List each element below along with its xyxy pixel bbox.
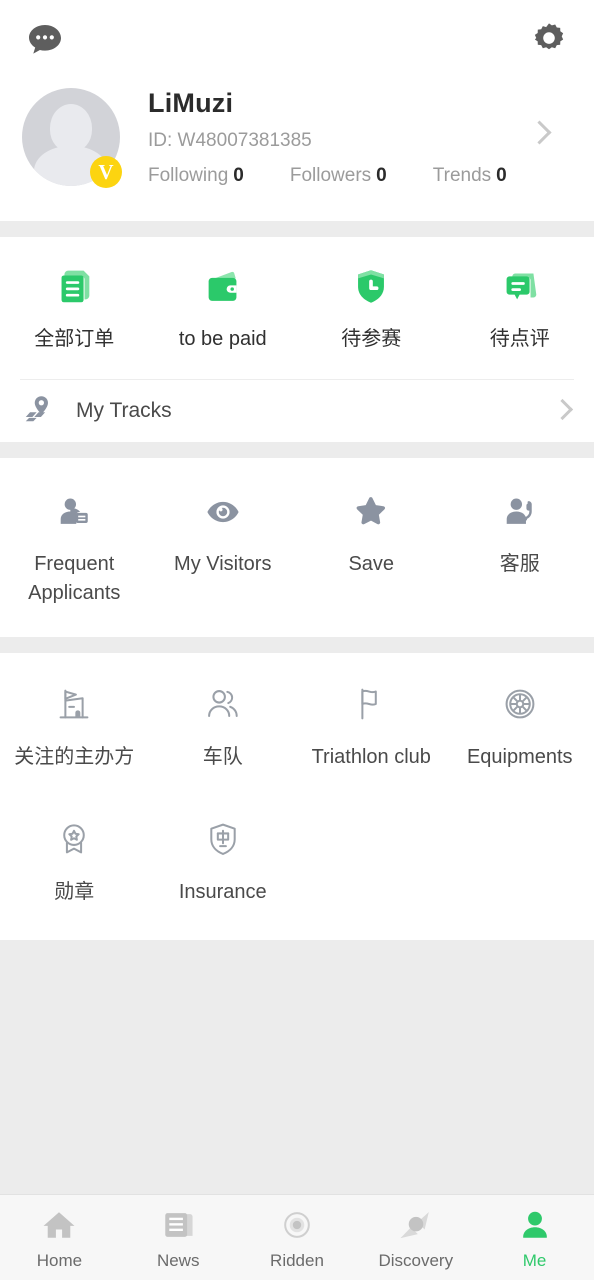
wallet-icon (200, 261, 246, 309)
order-item-all-label: 全部订单 (34, 328, 115, 350)
stat-followers-label: Followers (289, 165, 372, 186)
service-item-save[interactable]: Save (297, 458, 446, 637)
order-item-to-review[interactable]: 待点评 (446, 237, 594, 379)
profile-stats: Following 0 Followers 0 Trends 0 (148, 165, 572, 187)
tab-discovery[interactable]: Discovery (356, 1205, 475, 1271)
service-item-customer-service-label: 客服 (499, 553, 540, 576)
orders-card: 全部订单 to be paid 待参赛 待点评 My Tracks (0, 237, 594, 443)
tab-ridden[interactable]: Ridden (238, 1205, 357, 1271)
comment-bubble-icon (497, 261, 543, 309)
tools-grid-row1: 关注的主办方 车队 Triathlon club Equipments (0, 653, 594, 789)
organizer-building-flag-icon (51, 679, 97, 727)
tool-item-triathlon-club-label: Triathlon club (311, 746, 431, 769)
tab-home[interactable]: Home (0, 1205, 119, 1271)
page-filler (0, 939, 594, 1200)
section-divider (0, 637, 594, 654)
service-item-frequent-applicants[interactable]: Frequent Applicants (0, 458, 149, 637)
star-icon (348, 486, 394, 534)
person-headset-icon (498, 486, 542, 534)
tab-discovery-label: Discovery (378, 1250, 454, 1270)
service-item-customer-service[interactable]: 客服 (446, 458, 594, 637)
stat-trends-value: 0 (496, 165, 507, 186)
stat-trends-label: Trends (432, 165, 492, 186)
service-item-frequent-applicants-label: Frequent Applicants (28, 553, 121, 604)
tool-item-organizers[interactable]: 关注的主办方 (0, 653, 149, 789)
order-item-to-be-paid[interactable]: to be paid (149, 237, 298, 379)
service-item-my-visitors[interactable]: My Visitors (149, 458, 298, 637)
order-item-to-be-paid-label: to be paid (178, 328, 267, 350)
stat-following[interactable]: Following 0 (148, 165, 244, 187)
stat-followers-value: 0 (376, 165, 387, 186)
eye-icon (201, 486, 245, 534)
tab-news[interactable]: News (119, 1205, 238, 1271)
verified-badge: V (90, 156, 122, 188)
avatar[interactable]: V (22, 88, 122, 188)
top-bar (0, 0, 594, 78)
tool-item-equipments[interactable]: Equipments (446, 653, 594, 789)
tool-item-team-label: 车队 (202, 746, 243, 769)
tool-item-empty (446, 790, 594, 940)
services-grid: Frequent Applicants My Visitors Save 客服 (0, 458, 594, 637)
insurance-shield-icon (200, 814, 246, 862)
person-card-icon (52, 486, 96, 534)
team-people-icon (200, 679, 246, 727)
tool-item-insurance-label: Insurance (178, 880, 267, 903)
tab-ridden-label: Ridden (270, 1250, 324, 1270)
stat-trends[interactable]: Trends 0 (433, 165, 507, 187)
stat-following-label: Following (148, 165, 229, 186)
home-icon (39, 1205, 79, 1245)
order-item-all[interactable]: 全部订单 (0, 237, 149, 379)
tab-me-label: Me (522, 1250, 547, 1270)
chevron-right-icon (551, 399, 574, 421)
gear-icon[interactable] (526, 16, 572, 62)
medal-badge-icon (51, 814, 97, 862)
person-icon (515, 1205, 555, 1245)
news-icon (158, 1205, 198, 1245)
tool-item-equipments-label: Equipments (466, 746, 573, 769)
discovery-compass-icon (396, 1205, 436, 1245)
my-tracks-row[interactable]: My Tracks (0, 380, 594, 442)
wheel-icon (497, 679, 543, 727)
tool-item-organizers-label: 关注的主办方 (14, 746, 135, 769)
tool-item-team[interactable]: 车队 (149, 653, 298, 789)
tool-item-triathlon-club[interactable]: Triathlon club (297, 653, 446, 789)
tab-me[interactable]: Me (475, 1205, 594, 1271)
user-id: ID: W48007381385 (148, 130, 312, 151)
chat-bubble-dots-icon[interactable] (22, 16, 68, 62)
tool-item-medal-label: 勋章 (54, 880, 95, 903)
tool-item-medal[interactable]: 勋章 (0, 790, 149, 940)
bottom-navigation: Home News Ridden Discovery Me (0, 1194, 594, 1280)
my-tracks-label: My Tracks (76, 399, 172, 423)
screen-root: V LiMuzi ID: W48007381385 Following 0 Fol… (0, 0, 594, 1280)
location-track-icon (22, 392, 56, 431)
order-item-to-compete[interactable]: 待参赛 (297, 237, 446, 379)
tab-home-label: Home (36, 1250, 83, 1270)
shield-clock-icon (348, 261, 394, 309)
section-divider (0, 221, 594, 237)
service-item-my-visitors-label: My Visitors (174, 553, 272, 576)
document-list-icon (51, 261, 97, 309)
tool-item-insurance[interactable]: Insurance (149, 790, 298, 940)
services-card: Frequent Applicants My Visitors Save 客服 (0, 458, 594, 638)
user-name: LiMuzi (148, 88, 234, 118)
order-item-to-review-label: 待点评 (489, 328, 550, 350)
service-item-save-label: Save (348, 553, 395, 576)
section-divider (0, 442, 594, 459)
tools-grid-row2: 勋章 Insurance (0, 790, 594, 940)
ridden-target-icon (277, 1205, 317, 1245)
stat-following-value: 0 (233, 165, 244, 186)
order-item-to-compete-label: 待参赛 (341, 328, 402, 350)
orders-grid: 全部订单 to be paid 待参赛 待点评 (0, 237, 594, 379)
tab-news-label: News (156, 1250, 200, 1270)
tools-card: 关注的主办方 车队 Triathlon club Equipments 勋章 I… (0, 653, 594, 940)
stat-followers[interactable]: Followers 0 (290, 165, 387, 187)
profile-card[interactable]: V LiMuzi ID: W48007381385 Following 0 Fol… (0, 78, 594, 221)
flag-icon (348, 679, 394, 727)
tool-item-empty (297, 790, 446, 940)
